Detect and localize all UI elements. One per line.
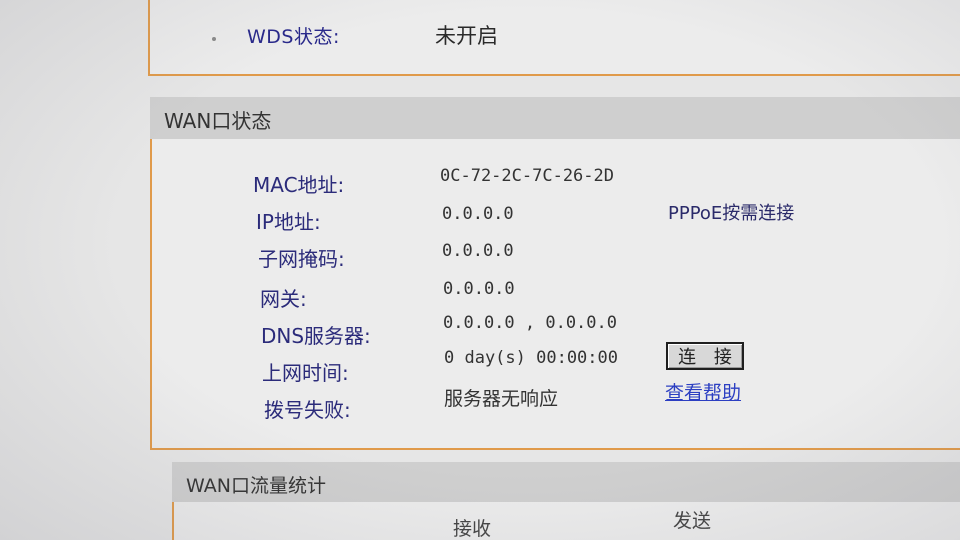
subnet-mask-label: 子网掩码: <box>258 247 345 271</box>
bullet-dot <box>212 37 216 41</box>
connect-button[interactable]: 连 接 <box>666 342 744 370</box>
dial-failure-label: 拨号失败: <box>264 398 351 422</box>
wds-status-label: WDS状态: <box>247 26 340 48</box>
ip-address-value: 0.0.0.0 <box>442 204 514 224</box>
mac-address-label: MAC地址: <box>253 173 345 197</box>
dns-server-value: 0.0.0.0 , 0.0.0.0 <box>443 313 617 333</box>
dial-failure-value: 服务器无响应 <box>444 388 559 410</box>
dns-server-label: DNS服务器: <box>261 324 371 348</box>
router-status-page: WDS状态: 未开启 WAN口状态 MAC地址: 0C-72-2C-7C-26-… <box>0 0 960 540</box>
online-time-label: 上网时间: <box>262 361 349 385</box>
view-help-link[interactable]: 查看帮助 <box>665 378 741 405</box>
subnet-mask-value: 0.0.0.0 <box>442 241 514 261</box>
gateway-label: 网关: <box>260 287 307 311</box>
wan-traffic-panel <box>172 502 960 540</box>
wan-traffic-header: WAN口流量统计 <box>172 462 960 502</box>
received-column-header: 接收 <box>453 518 492 540</box>
mac-address-value: 0C-72-2C-7C-26-2D <box>440 166 614 186</box>
ip-address-label: IP地址: <box>256 210 321 234</box>
wds-status-value: 未开启 <box>435 24 498 48</box>
wan-status-title: WAN口状态 <box>164 109 272 133</box>
online-time-value: 0 day(s) 00:00:00 <box>444 348 618 368</box>
wan-status-header: WAN口状态 <box>150 97 960 140</box>
wan-traffic-title: WAN口流量统计 <box>186 475 326 497</box>
gateway-value: 0.0.0.0 <box>443 279 515 299</box>
sent-column-header: 发送 <box>673 510 712 532</box>
connection-mode-text: PPPoE按需连接 <box>668 203 795 224</box>
